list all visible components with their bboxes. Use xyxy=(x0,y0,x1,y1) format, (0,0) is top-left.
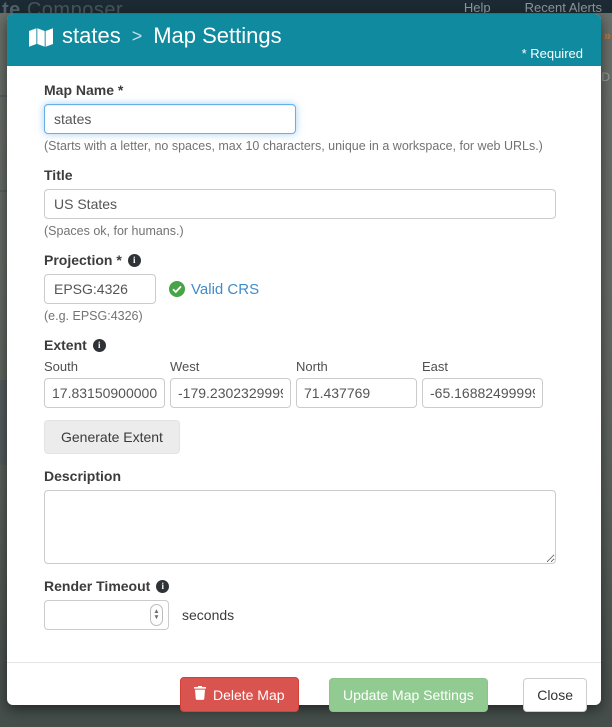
extent-south-label: South xyxy=(44,359,165,374)
extent-south-input[interactable] xyxy=(44,378,165,408)
title-label: Title xyxy=(44,167,556,183)
backdrop-segment xyxy=(0,380,7,465)
modal-body: Map Name * (Starts with a letter, no spa… xyxy=(7,66,601,644)
render-timeout-label: Render Timeout xyxy=(44,578,150,594)
description-group: Description xyxy=(44,468,556,564)
page-title: Map Settings xyxy=(153,23,281,49)
breadcrumb: states > Map Settings xyxy=(29,23,282,49)
top-navbar: te Composer Help Recent Alerts xyxy=(0,0,612,13)
background-arrow-icon: » xyxy=(604,28,611,43)
recent-alerts-link[interactable]: Recent Alerts xyxy=(525,0,602,13)
extent-south-col: South xyxy=(44,359,165,408)
valid-crs-text: Valid CRS xyxy=(191,281,259,298)
extent-north-label: North xyxy=(296,359,417,374)
title-help: (Spaces ok, for humans.) xyxy=(44,224,556,238)
modal-header: states > Map Settings * Required xyxy=(7,14,601,66)
projection-help: (e.g. EPSG:4326) xyxy=(44,309,556,323)
projection-label: Projection * xyxy=(44,252,122,268)
extent-east-col: East xyxy=(422,359,543,408)
timeout-unit-label: seconds xyxy=(182,607,234,623)
projection-group: Projection * i Valid CRS xyxy=(44,252,556,323)
trash-icon xyxy=(194,686,206,703)
app-brand-rest: Composer xyxy=(21,0,123,13)
stepper-down-icon[interactable]: ▼ xyxy=(153,615,159,621)
description-textarea[interactable] xyxy=(44,490,556,564)
map-name-help: (Starts with a letter, no spaces, max 10… xyxy=(44,139,556,153)
render-timeout-group: Render Timeout i ▲ ▼ seconds xyxy=(44,578,556,630)
screen: » D te Composer Help Recent Alerts state… xyxy=(0,0,612,727)
extent-east-label: East xyxy=(422,359,543,374)
check-circle-icon xyxy=(169,281,185,297)
description-label: Description xyxy=(44,468,556,484)
title-input[interactable] xyxy=(44,189,556,219)
map-settings-modal: states > Map Settings * Required Map Nam… xyxy=(7,14,601,705)
modal-footer: Delete Map Update Map Settings Close xyxy=(7,662,601,727)
background-letter: D xyxy=(601,70,610,84)
breadcrumb-separator: > xyxy=(130,26,145,47)
delete-map-button[interactable]: Delete Map xyxy=(180,677,299,712)
extent-west-label: West xyxy=(170,359,291,374)
map-name-label: Map Name * xyxy=(44,82,556,98)
map-name-input[interactable] xyxy=(44,104,296,134)
info-icon[interactable]: i xyxy=(93,339,106,352)
required-note: * Required xyxy=(522,46,583,61)
generate-extent-button[interactable]: Generate Extent xyxy=(44,420,180,454)
map-name-group: Map Name * (Starts with a letter, no spa… xyxy=(44,82,556,153)
valid-crs-status: Valid CRS xyxy=(169,281,259,298)
extent-label: Extent xyxy=(44,337,87,353)
help-link[interactable]: Help xyxy=(464,0,491,13)
info-icon[interactable]: i xyxy=(128,254,141,267)
update-map-settings-button[interactable]: Update Map Settings xyxy=(329,678,488,712)
backdrop-segment xyxy=(0,95,7,97)
app-brand: te Composer xyxy=(2,0,123,13)
extent-west-col: West xyxy=(170,359,291,408)
info-icon[interactable]: i xyxy=(156,580,169,593)
backdrop-segment xyxy=(0,190,7,192)
extent-north-input[interactable] xyxy=(296,378,417,408)
timeout-stepper[interactable]: ▲ ▼ xyxy=(150,604,163,626)
title-group: Title (Spaces ok, for humans.) xyxy=(44,167,556,238)
extent-north-col: North xyxy=(296,359,417,408)
projection-input[interactable] xyxy=(44,274,156,304)
extent-west-input[interactable] xyxy=(170,378,291,408)
close-button[interactable]: Close xyxy=(523,678,587,712)
map-icon xyxy=(29,28,53,47)
extent-group: Extent i South West North xyxy=(44,337,556,454)
app-brand-bold: te xyxy=(2,0,21,13)
breadcrumb-map-name[interactable]: states xyxy=(62,23,121,49)
delete-map-label: Delete Map xyxy=(213,687,285,703)
extent-east-input[interactable] xyxy=(422,378,543,408)
